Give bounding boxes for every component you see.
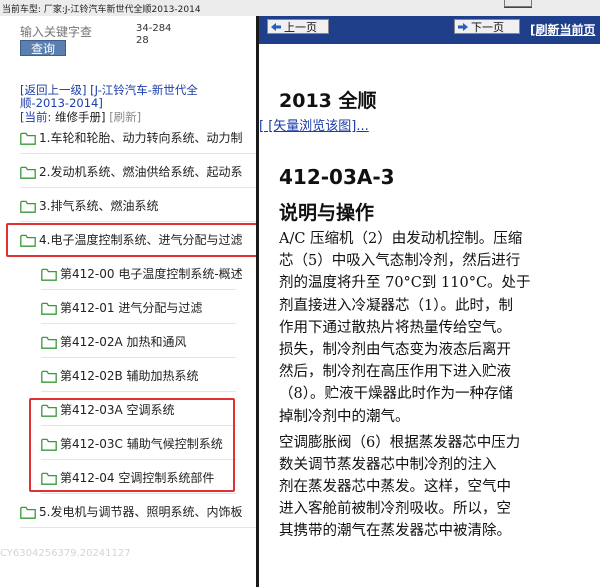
current-vehicle-info: 当前车型: 厂家:J-江铃汽车新世代全顺2013-2014 [2,5,201,15]
row-separator [20,153,256,154]
tree-section-item[interactable]: 5.发电机与调节器、照明系统、内饰板 [20,503,256,521]
body-text-line: 掉制冷剂中的潮气。 [279,408,410,425]
body-text-line: 其携带的潮气在蒸发器芯中被清除。 [279,523,511,540]
next-page-label: 下一页 [471,21,504,34]
tree-item-label: 2.发动机系统、燃油供给系统、起动系 [39,165,243,179]
tree-item-label: 3.排气系统、燃油系统 [39,199,159,213]
back-link[interactable]: [返回上一级] [20,83,86,97]
current-label: [当前: [20,110,56,124]
body-text-line: 剂的温度将升至 70°C到 110°C。处于 [279,275,531,292]
row-separator [41,323,236,324]
body-text-line: 进入客舱前被制冷剂吸收。所以，空 [279,501,511,518]
body-text-line: 然后，制冷剂在高压作用下进入贮液 [279,364,511,381]
highlight-box-section-4 [6,223,266,257]
folder-icon [41,302,57,315]
folder-icon [41,268,57,281]
body-text-line: A/C 压缩机（2）由发动机控制。压缩 [279,231,523,247]
next-page-button[interactable]: 下一页 [454,19,520,34]
folder-icon [41,336,57,349]
result-counter: 34-28428 [136,23,172,46]
document-year-title: 2013 全顺 [279,90,377,112]
section-title: 说明与操作 [279,202,375,224]
arrow-right-icon [458,23,468,31]
keyword-search-input[interactable] [20,25,138,39]
folder-icon [20,506,36,519]
breadcrumb: [返回上一级] [J-江铃汽车-新世代全顺-2013-2014] [当前: 维修… [20,84,246,124]
body-text-line: 空调膨胀阀（6）根据蒸发器芯中压力 [279,434,521,451]
refresh-current-page-link[interactable]: [刷新当前页 [530,21,596,38]
prev-page-label: 上一页 [284,21,317,34]
tree-item-label: 5.发电机与调节器、照明系统、内饰板 [39,505,243,519]
row-separator [20,527,256,528]
tree-section-item[interactable]: 3.排气系统、燃油系统 [20,197,256,215]
tree-section-item[interactable]: 1.车轮和轮胎、动力转向系统、动力制 [20,129,256,147]
query-button[interactable]: 查询 [20,40,66,56]
folder-icon [20,132,36,145]
refresh-link[interactable]: [刷新] [109,110,141,124]
row-separator [41,289,236,290]
row-separator [20,187,256,188]
body-text-line: 剂直接进入冷凝器芯（1）。此时，制 [279,297,513,314]
tree-chapter-item[interactable]: 第412-00 电子温度控制系统-概述 [41,265,256,283]
tree-item-label: 第412-00 电子温度控制系统-概述 [60,267,243,281]
highlight-box-ac-items [29,398,235,492]
tree-chapter-item[interactable]: 第412-02B 辅助加热系统 [41,367,256,385]
vector-view-link[interactable]: [ [矢量浏览该图]... [259,115,369,134]
body-text-line: 剂在蒸发器芯中蒸发。这样，空气中 [279,479,511,496]
body-text-line: 数关调节蒸发器芯中制冷剂的注入 [279,456,497,473]
document-viewer: 上一页 下一页 [刷新当前页 2013 全顺 [ [矢量浏览该图]... 412… [259,16,600,587]
page-nav-bar: 上一页 下一页 [刷新当前页 [259,16,600,44]
tree-item-label: 第412-02B 辅助加热系统 [60,369,199,383]
row-separator [41,391,236,392]
watermark: CY6304256379.20241127 [0,548,131,559]
row-separator [20,221,256,222]
body-text-line: （8）。贮液干燥器此时作为一种存储 [279,386,513,403]
tree-chapter-item[interactable]: 第412-01 进气分配与过滤 [41,299,256,317]
folder-icon [41,370,57,383]
tree-item-label: 第412-02A 加热和通风 [60,335,187,349]
row-separator [41,357,236,358]
arrow-left-icon [271,23,281,31]
row-separator [41,493,236,494]
prev-page-button[interactable]: 上一页 [267,19,329,34]
body-text-line: 损失，制冷剂由气态变为液态后离开 [279,341,511,358]
document-body: A/C 压缩机（2）由发动机控制。压缩 芯（5）中吸入气态制冷剂，然后进行 剂的温度… [279,228,600,543]
document-number: 412-03A-3 [279,165,395,189]
tree-item-label: 第412-01 进气分配与过滤 [60,301,203,315]
current-value: 维修手册] [55,110,106,124]
tree-section-item[interactable]: 2.发动机系统、燃油供给系统、起动系 [20,163,256,181]
top-mini-button[interactable] [504,0,532,7]
tree-item-label: 1.车轮和轮胎、动力转向系统、动力制 [39,131,243,145]
tree-chapter-item[interactable]: 第412-02A 加热和通风 [41,333,256,351]
folder-icon [20,200,36,213]
folder-icon [20,166,36,179]
left-nav-panel: 34-28428 查询 [返回上一级] [J-江铃汽车-新世代全顺-2013-2… [0,16,266,587]
body-text-line: 芯（5）中吸入气态制冷剂，然后进行 [279,253,521,270]
top-status-bar: 当前车型: 厂家:J-江铃汽车新世代全顺2013-2014 [0,0,600,17]
body-text-line: 作用下通过散热片将热量传给空气。 [279,319,511,336]
